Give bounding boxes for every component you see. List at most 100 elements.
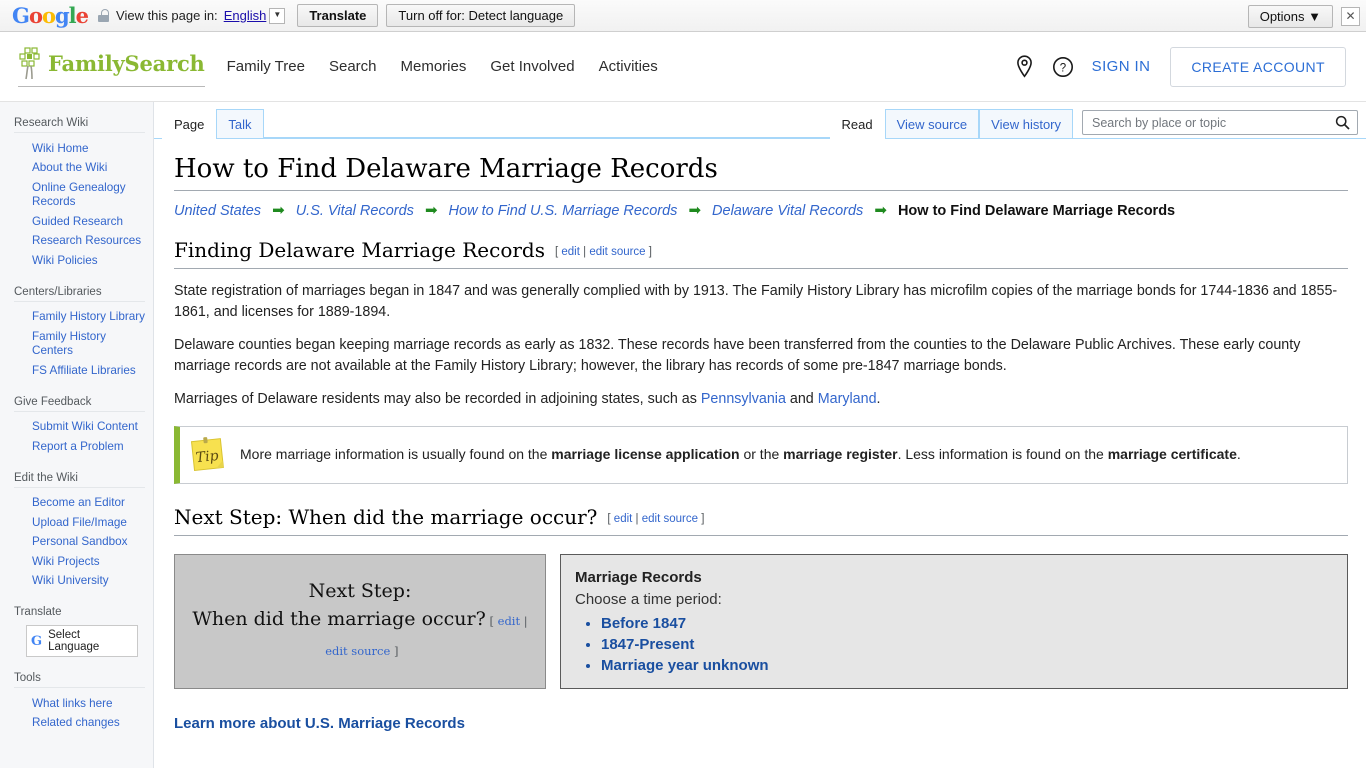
location-pin-icon[interactable] [1015,55,1034,78]
search-icon[interactable] [1335,115,1350,130]
sidebar-item-family-history-centers[interactable]: Family History Centers [14,327,145,361]
list-item[interactable]: Marriage year unknown [601,657,1333,674]
create-account-button[interactable]: CREATE ACCOUNT [1170,46,1346,87]
select-language-widget[interactable]: G Select Language [26,625,138,657]
family-tree-icon [19,47,40,80]
next-step-box: Next Step: When did the marriage occur? … [174,553,546,689]
link-1847-present[interactable]: 1847-Present [601,636,694,653]
tip-text-mid: or the [739,446,784,462]
list-item[interactable]: 1847-Present [601,636,1333,653]
sidebar-item-wiki-home[interactable]: Wiki Home [14,139,145,159]
translate-options-button[interactable]: Options ▼ [1247,4,1333,28]
breadcrumb-item-us-vital-records[interactable]: U.S. Vital Records [296,203,414,219]
sidebar-item-fs-affiliate-libraries[interactable]: FS Affiliate Libraries [14,361,145,381]
nav-family-tree[interactable]: Family Tree [227,58,305,75]
breadcrumb-item-current: How to Find Delaware Marriage Records [897,202,1176,219]
sidebar-item-personal-sandbox[interactable]: Personal Sandbox [14,533,145,553]
chevron-down-icon[interactable]: ▼ [269,7,286,24]
wiki-tab-bar: Page Talk Read View source View history [154,102,1366,139]
search-box[interactable] [1082,110,1358,135]
learn-more-link[interactable]: Learn more about U.S. Marriage Records [174,715,1348,732]
breadcrumb: United States ➡ U.S. Vital Records ➡ How… [174,201,1348,221]
help-circle-icon[interactable]: ? [1052,56,1074,78]
sidebar-heading-edit-the-wiki: Edit the Wiki [14,471,78,484]
marriage-records-panel: Marriage Records Choose a time period: B… [560,553,1348,689]
sidebar-item-guided-research[interactable]: Guided Research [14,212,145,232]
sidebar-group-edit-the-wiki: Become an Editor Upload File/Image Perso… [14,486,145,592]
tab-view-history[interactable]: View history [979,109,1073,138]
tab-read[interactable]: Read [829,109,885,139]
next-step-question: When did the marriage occur? [192,607,486,630]
paragraph-3-mid: and [785,390,818,407]
sidebar-item-about-the-wiki[interactable]: About the Wiki [14,159,145,179]
turn-off-translate-button[interactable]: Turn off for: Detect language [386,4,576,27]
view-tabs: Read View source View history [829,102,1358,139]
sidebar-group-give-feedback: Submit Wiki Content Report a Problem [14,410,145,457]
marriage-records-subtitle: Choose a time period: [575,590,722,608]
breadcrumb-item-delaware-vital-records[interactable]: Delaware Vital Records [712,203,863,219]
nav-get-involved[interactable]: Get Involved [490,58,574,75]
list-item[interactable]: Before 1847 [601,615,1333,632]
sidebar-item-research-resources[interactable]: Research Resources [14,232,145,252]
nav-memories[interactable]: Memories [401,58,467,75]
sidebar-item-online-genealogy-records[interactable]: Online Genealogy Records [14,178,145,212]
sidebar-item-wiki-projects[interactable]: Wiki Projects [14,552,145,572]
edit-link[interactable]: edit [498,614,520,628]
sidebar-item-family-history-library[interactable]: Family History Library [14,308,145,328]
link-marriage-year-unknown[interactable]: Marriage year unknown [601,657,769,674]
page-body: Research Wiki Wiki Home About the Wiki O… [0,102,1366,768]
link-before-1847[interactable]: Before 1847 [601,615,686,632]
sidebar-item-become-an-editor[interactable]: Become an Editor [14,494,145,514]
breadcrumb-item-how-to-find-us-marriage-records[interactable]: How to Find U.S. Marriage Records [449,203,678,219]
edit-source-link[interactable]: edit source [642,513,698,525]
translate-language-value[interactable]: English [224,8,267,23]
marriage-records-list: Before 1847 1847-Present Marriage year u… [575,615,1333,674]
sidebar-item-what-links-here[interactable]: What links here [14,694,145,714]
section-edit-links: [ edit | edit source ] [555,245,652,258]
translate-language-selector[interactable]: English ▼ [224,7,286,24]
svg-text:Tip: Tip [195,447,219,465]
nav-activities[interactable]: Activities [599,58,658,75]
paragraph-2: Delaware counties began keeping marriage… [174,336,1301,374]
link-maryland[interactable]: Maryland [818,391,877,407]
breadcrumb-item-united-states[interactable]: United States [174,203,261,219]
tab-page[interactable]: Page [162,109,217,139]
breadcrumb-arrow-icon: ➡ [272,201,285,219]
edit-link[interactable]: edit [561,246,580,258]
article: How to Find Delaware Marriage Records Un… [154,139,1366,732]
next-step-line-1: Next Step: [308,579,412,602]
tip-text-end: . [1236,446,1241,462]
edit-source-link[interactable]: edit source [589,246,645,258]
sidebar-item-upload-file-image[interactable]: Upload File/Image [14,513,145,533]
search-input[interactable] [1090,114,1335,131]
sidebar-item-submit-wiki-content[interactable]: Submit Wiki Content [14,418,145,438]
sidebar-item-report-a-problem[interactable]: Report a Problem [14,437,145,457]
tab-talk[interactable]: Talk [216,109,264,138]
sidebar-item-related-changes[interactable]: Related changes [14,714,145,734]
edit-source-link[interactable]: edit source [325,644,390,658]
tip-bold-2: marriage register [783,446,898,462]
sidebar-heading-research-wiki: Research Wiki [14,117,89,129]
edit-link[interactable]: edit [614,513,633,525]
sidebar-item-wiki-policies[interactable]: Wiki Policies [14,251,145,271]
paragraph-3-end: . [876,390,881,407]
tip-bold-3: marriage certificate [1107,446,1237,462]
tip-text: More marriage information is usually fou… [240,444,1241,465]
sidebar-item-wiki-university[interactable]: Wiki University [14,572,145,592]
page-title: How to Find Delaware Marriage Records [174,153,1348,191]
familysearch-logo[interactable]: FamilySearch [18,46,205,87]
sidebar-heading-give-feedback: Give Feedback [14,395,92,408]
sign-in-link[interactable]: SIGN IN [1092,58,1151,75]
close-icon[interactable]: ✕ [1341,6,1360,26]
nav-search[interactable]: Search [329,58,377,75]
link-pennsylvania[interactable]: Pennsylvania [701,391,786,407]
select-language-label: Select Language [48,629,100,653]
paragraph-1: State registration of marriages began in… [174,282,1338,320]
tab-view-source[interactable]: View source [884,109,980,138]
tab-spacer [263,137,830,138]
translate-button[interactable]: Translate [297,4,379,27]
sidebar-group-tools: What links here Related changes [14,687,145,733]
sidebar-heading-tools: Tools [14,672,41,684]
sidebar-heading-translate: Translate [14,606,62,618]
sidebar-heading-centers-libraries: Centers/Libraries [14,285,102,298]
